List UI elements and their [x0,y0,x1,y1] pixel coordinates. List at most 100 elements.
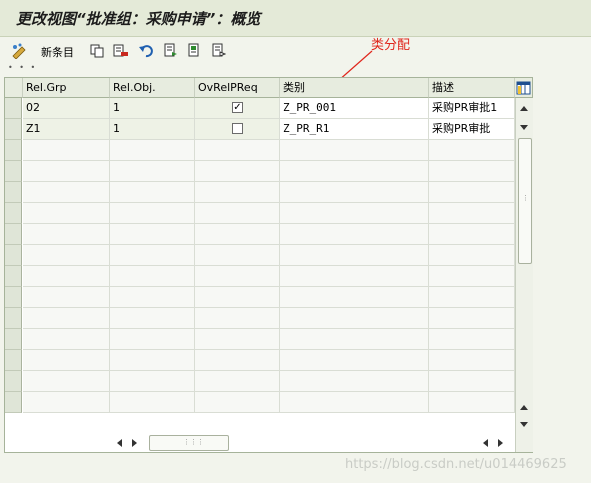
vertical-scrollbar[interactable]: ⋮ [515,98,533,452]
table-cell-empty[interactable] [23,182,110,203]
table-cell-empty[interactable] [110,140,195,161]
row-selector[interactable] [5,161,22,182]
table-cell-empty[interactable] [23,245,110,266]
table-cell-empty[interactable] [110,392,195,413]
scroll-left-icon[interactable] [115,438,123,451]
row-selector[interactable] [5,119,22,140]
table-cell-empty[interactable] [195,245,280,266]
table-cell-empty[interactable] [195,182,280,203]
row-selector[interactable] [5,203,22,224]
delete-icon[interactable] [112,42,130,59]
row-selector[interactable] [5,371,22,392]
table-cell-empty[interactable] [23,287,110,308]
table-cell-empty[interactable] [23,392,110,413]
table-cell-empty[interactable] [280,287,429,308]
table-cell-empty[interactable] [429,287,515,308]
deselect-all-icon[interactable] [210,42,228,59]
table-cell-empty[interactable] [280,245,429,266]
column-header-rel-grp[interactable]: Rel.Grp [23,78,110,98]
column-header-class[interactable]: 类别 [280,78,429,98]
table-cell-empty[interactable] [23,161,110,182]
table-cell-empty[interactable] [110,350,195,371]
table-cell-empty[interactable] [195,203,280,224]
table-cell-empty[interactable] [110,329,195,350]
table-cell-empty[interactable] [23,329,110,350]
table-cell-class[interactable]: Z_PR_R1 [280,119,429,140]
table-cell-rel-obj[interactable]: 1 [110,98,195,119]
select-block-icon[interactable] [186,42,204,59]
row-selector[interactable] [5,245,22,266]
table-cell-empty[interactable] [429,245,515,266]
page-down-icon[interactable] [519,122,529,135]
table-cell-rel-obj[interactable]: 1 [110,119,195,140]
table-cell-empty[interactable] [429,392,515,413]
edit-pencil-icon[interactable] [10,42,30,59]
table-cell-empty[interactable] [429,266,515,287]
ovrelpreq-checkbox[interactable] [232,123,243,134]
row-selector[interactable] [5,392,22,413]
column-header-ovrelpreq[interactable]: OvRelPReq [195,78,280,98]
row-selector[interactable] [5,266,22,287]
page-up-icon[interactable] [519,401,529,414]
table-cell-empty[interactable] [23,140,110,161]
table-cell-empty[interactable] [280,266,429,287]
table-cell-empty[interactable] [195,287,280,308]
table-cell-empty[interactable] [195,329,280,350]
table-cell-empty[interactable] [110,287,195,308]
table-cell-empty[interactable] [280,329,429,350]
table-cell-empty[interactable] [280,140,429,161]
table-cell-empty[interactable] [23,203,110,224]
table-cell-empty[interactable] [110,266,195,287]
table-cell-empty[interactable] [195,161,280,182]
table-cell-empty[interactable] [429,203,515,224]
table-cell-empty[interactable] [195,224,280,245]
row-selector[interactable] [5,287,22,308]
table-cell-empty[interactable] [195,266,280,287]
table-cell-empty[interactable] [23,350,110,371]
table-cell-empty[interactable] [23,308,110,329]
table-cell-empty[interactable] [429,350,515,371]
vertical-scroll-thumb[interactable]: ⋮ [518,138,532,264]
page-right-icon[interactable] [497,438,505,451]
table-cell-rel-grp[interactable]: Z1 [23,119,110,140]
table-settings-icon[interactable] [515,78,532,98]
table-cell-empty[interactable] [280,350,429,371]
table-cell-description[interactable]: 采购PR审批 [429,119,515,140]
table-cell-rel-grp[interactable]: 02 [23,98,110,119]
table-cell-empty[interactable] [280,203,429,224]
table-cell-empty[interactable] [429,161,515,182]
table-cell-empty[interactable] [195,140,280,161]
new-entries-button[interactable]: 新条目 [41,44,74,60]
table-cell-class[interactable]: Z_PR_001 [280,98,429,119]
copy-icon[interactable] [88,42,106,59]
select-all-corner[interactable] [5,78,23,98]
table-cell-empty[interactable] [429,182,515,203]
table-cell-empty[interactable] [110,245,195,266]
ovrelpreq-checkbox[interactable]: ✓ [232,102,243,113]
table-cell-empty[interactable] [429,140,515,161]
scroll-right-icon[interactable] [131,438,139,451]
row-selector[interactable] [5,308,22,329]
table-cell-empty[interactable] [23,224,110,245]
row-selector[interactable] [5,98,22,119]
table-cell-empty[interactable] [195,350,280,371]
table-cell-empty[interactable] [280,392,429,413]
table-cell-empty[interactable] [280,371,429,392]
select-all-icon[interactable] [162,42,180,59]
table-cell-empty[interactable] [195,392,280,413]
table-cell-empty[interactable] [280,308,429,329]
table-cell-empty[interactable] [110,203,195,224]
row-selector[interactable] [5,140,22,161]
row-selector[interactable] [5,350,22,371]
table-cell-empty[interactable] [280,161,429,182]
scroll-up-icon[interactable] [519,102,529,115]
row-selector[interactable] [5,329,22,350]
column-header-description[interactable]: 描述 [429,78,515,98]
table-cell-description[interactable]: 采购PR审批1 [429,98,515,119]
table-cell-empty[interactable] [23,371,110,392]
table-cell-empty[interactable] [110,308,195,329]
table-cell-empty[interactable] [429,329,515,350]
row-selector[interactable] [5,224,22,245]
table-cell-empty[interactable] [195,371,280,392]
scroll-down-icon[interactable] [519,419,529,432]
